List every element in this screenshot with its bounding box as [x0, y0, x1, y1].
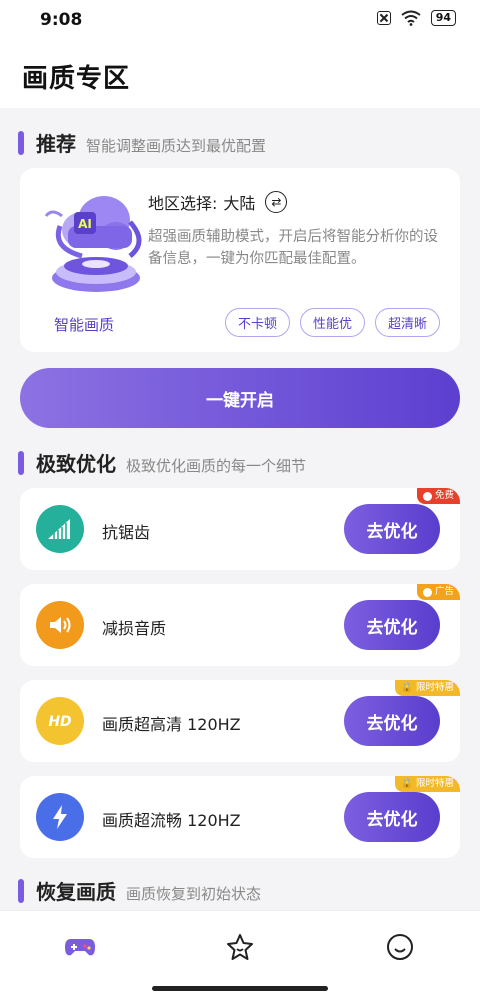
restore-subtitle: 画质恢复到初始状态 [126, 885, 262, 903]
nav-favorites-tab[interactable] [220, 929, 260, 965]
star-icon [227, 934, 253, 960]
status-icons: 94 [376, 10, 456, 26]
badge-icon [422, 587, 432, 597]
recommend-title: 推荐 [36, 132, 76, 156]
page-header: 画质专区 [0, 40, 480, 108]
tag-no-lag: 不卡顿 [224, 308, 290, 337]
free-badge: 免费 [416, 488, 460, 504]
one-key-enable-button[interactable]: 一键开启 [20, 368, 460, 428]
badge-label: 限时特惠 [415, 682, 454, 693]
optimize-item-hd-120hz: HD 画质超高清 120HZ 去优化 🔒 限时特惠 [20, 680, 460, 762]
section-accent-bar [18, 878, 24, 903]
region-selector[interactable]: 地区选择: 大陆 ⇄ [148, 190, 288, 214]
illustration-label: 智能画质 [54, 316, 115, 334]
swap-icon[interactable]: ⇄ [265, 191, 288, 213]
status-time: 9:08 [40, 10, 83, 30]
optimize-section-header: 极致优化 极致优化画质的每一个细节 [18, 448, 306, 477]
status-bar: 9:08 94 [0, 0, 480, 40]
optimize-subtitle: 极致优化画质的每一个细节 [126, 457, 307, 475]
restore-title: 恢复画质 [36, 880, 116, 904]
optimize-title: 极致优化 [36, 452, 116, 476]
recommend-card: AI 智能画质 地区选择: 大陆 ⇄ 超强画质辅助模式，开启后将智能分析你的设备… [20, 168, 460, 352]
recommend-subtitle: 智能调整画质达到最优配置 [86, 137, 267, 155]
optimize-item-label: 抗锯齿 [102, 523, 151, 542]
optimize-item-label: 减损音质 [102, 619, 167, 638]
lock-icon: 🔒 [401, 682, 413, 693]
badge-label: 限时特惠 [415, 778, 454, 789]
region-value: 大陆 [223, 194, 256, 213]
feature-tags: 不卡顿 性能优 超清晰 [224, 308, 440, 337]
badge-label: 免费 [434, 490, 454, 501]
optimize-button[interactable]: 去优化 [344, 792, 440, 842]
ai-cloud-illustration: AI [44, 196, 142, 292]
section-accent-bar [18, 450, 24, 475]
signal-bars-icon [36, 505, 84, 553]
svg-text:AI: AI [78, 217, 92, 231]
ad-badge: 广告 [416, 584, 460, 600]
limited-offer-badge: 🔒 限时特惠 [395, 680, 460, 696]
region-label: 地区选择: [148, 194, 218, 213]
speaker-icon [36, 601, 84, 649]
badge-icon [422, 491, 432, 501]
optimize-item-anti-aliasing: 抗锯齿 去优化 免费 [20, 488, 460, 570]
lock-icon: 🔒 [401, 778, 413, 789]
limited-offer-badge: 🔒 限时特惠 [395, 776, 460, 792]
page-title: 画质专区 [22, 64, 131, 94]
optimize-button[interactable]: 去优化 [344, 504, 440, 554]
optimize-button[interactable]: 去优化 [344, 696, 440, 746]
smiley-icon [387, 934, 413, 960]
nav-game-tab[interactable] [60, 929, 100, 965]
optimize-item-smooth-120hz: 画质超流畅 120HZ 去优化 🔒 限时特惠 [20, 776, 460, 858]
optimize-item-audio: 减损音质 去优化 广告 [20, 584, 460, 666]
optimize-item-label: 画质超高清 120HZ [102, 715, 241, 734]
restore-section-header: 恢复画质 画质恢复到初始状态 [18, 876, 261, 905]
optimize-button[interactable]: 去优化 [344, 600, 440, 650]
lightning-icon [36, 793, 84, 841]
wifi-icon [401, 10, 421, 26]
recommend-description: 超强画质辅助模式，开启后将智能分析你的设备信息，一键为你匹配最佳配置。 [148, 229, 438, 267]
tag-performance: 性能优 [299, 308, 365, 337]
no-sim-icon [376, 11, 391, 25]
hd-icon: HD [36, 697, 84, 745]
svg-text:HD: HD [48, 714, 71, 730]
battery-indicator: 94 [430, 10, 456, 26]
home-indicator [152, 986, 328, 991]
section-accent-bar [18, 130, 24, 155]
badge-label: 广告 [434, 586, 454, 597]
content-area: 推荐 智能调整画质达到最优配置 AI 智能画质 地区选择: 大陆 ⇄ 超强画质辅… [0, 108, 480, 910]
gamepad-icon [65, 939, 95, 956]
tag-ultra-clear: 超清晰 [374, 308, 440, 337]
nav-profile-tab[interactable] [380, 929, 420, 965]
optimize-item-label: 画质超流畅 120HZ [102, 811, 241, 830]
recommend-section-header: 推荐 智能调整画质达到最优配置 [18, 128, 266, 157]
